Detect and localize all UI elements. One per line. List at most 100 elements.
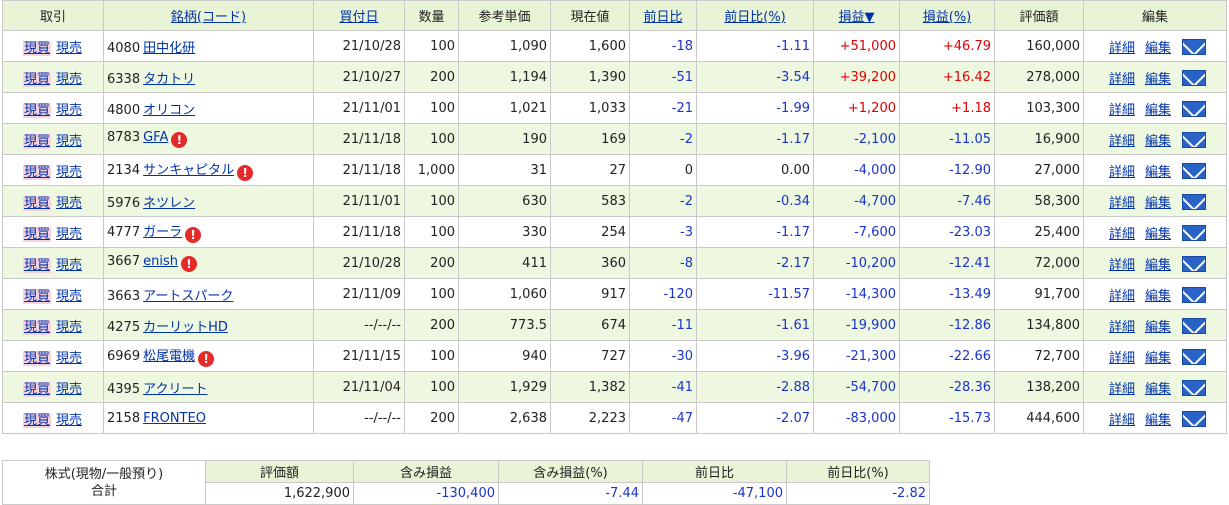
alert-icon[interactable]: ! [180, 256, 197, 272]
sort-stock-link[interactable]: 銘柄(コード) [171, 10, 246, 25]
sell-link[interactable]: 現売 [55, 413, 83, 428]
col-header-pnl-pct[interactable]: 損益(%) [899, 0, 995, 31]
mail-icon[interactable] [1182, 286, 1207, 303]
stock-name-link[interactable]: enish [143, 254, 178, 269]
sort-day-change-link[interactable]: 前日比 [643, 10, 682, 25]
buy-link[interactable]: 現買 [22, 412, 51, 428]
edit-link[interactable]: 編集 [1145, 196, 1171, 211]
stock-name-link[interactable]: サンキャピタル [143, 163, 234, 178]
stock-name-link[interactable]: タカトリ [143, 72, 195, 87]
buy-link[interactable]: 現買 [22, 226, 51, 242]
alert-icon[interactable]: ! [198, 351, 215, 367]
buy-link[interactable]: 現買 [22, 288, 51, 304]
detail-link[interactable]: 詳細 [1109, 103, 1135, 118]
detail-link[interactable]: 詳細 [1109, 382, 1135, 397]
stock-name-link[interactable]: カーリットHD [143, 320, 228, 335]
buy-link[interactable]: 現買 [22, 164, 51, 180]
mail-icon[interactable] [1182, 162, 1207, 179]
alert-icon[interactable]: ! [237, 165, 254, 181]
buy-link[interactable]: 現買 [22, 350, 51, 366]
sell-link[interactable]: 現売 [55, 351, 83, 366]
stock-name-link[interactable]: FRONTEO [143, 411, 206, 426]
detail-link[interactable]: 詳細 [1109, 320, 1135, 335]
detail-link[interactable]: 詳細 [1109, 289, 1135, 304]
buy-link[interactable]: 現買 [22, 381, 51, 397]
buy-link[interactable]: 現買 [22, 133, 51, 149]
edit-link[interactable]: 編集 [1145, 165, 1171, 180]
sell-link[interactable]: 現売 [55, 41, 83, 56]
alert-icon[interactable]: ! [171, 132, 188, 148]
sell-link[interactable]: 現売 [55, 134, 83, 149]
mail-icon[interactable] [1182, 38, 1207, 55]
sell-link[interactable]: 現売 [55, 165, 83, 180]
sell-link[interactable]: 現売 [55, 258, 83, 273]
edit-link[interactable]: 編集 [1145, 41, 1171, 56]
edit-link[interactable]: 編集 [1145, 134, 1171, 149]
sell-link[interactable]: 現売 [55, 289, 83, 304]
mail-icon[interactable] [1182, 410, 1207, 427]
edit-link[interactable]: 編集 [1145, 72, 1171, 87]
stock-name-link[interactable]: 松尾電機 [143, 349, 195, 364]
buy-link[interactable]: 現買 [22, 195, 51, 211]
detail-link[interactable]: 詳細 [1109, 351, 1135, 366]
buy-link[interactable]: 現買 [22, 40, 51, 56]
mail-icon[interactable] [1182, 348, 1207, 365]
edit-link[interactable]: 編集 [1145, 103, 1171, 118]
current-price: 1,382 [550, 371, 630, 403]
edit-link[interactable]: 編集 [1145, 320, 1171, 335]
edit-link[interactable]: 編集 [1145, 289, 1171, 304]
detail-link[interactable]: 詳細 [1109, 41, 1135, 56]
sell-link[interactable]: 現売 [55, 227, 83, 242]
col-header-day-change-pct[interactable]: 前日比(%) [696, 0, 814, 31]
mail-icon[interactable] [1182, 100, 1207, 117]
stock-name-link[interactable]: GFA [143, 130, 168, 145]
sell-link[interactable]: 現売 [55, 196, 83, 211]
portfolio-header-row: 取引 銘柄(コード) 買付日 数量 参考単価 現在値 前日比 前日比(%) 損益… [2, 0, 1227, 31]
detail-link[interactable]: 詳細 [1109, 227, 1135, 242]
sell-link[interactable]: 現売 [55, 72, 83, 87]
sort-pnl-pct-link[interactable]: 損益(%) [923, 10, 972, 25]
quantity: 200 [404, 309, 459, 341]
stock-code: 6338 [107, 71, 141, 87]
edit-link[interactable]: 編集 [1145, 351, 1171, 366]
edit-link[interactable]: 編集 [1145, 413, 1171, 428]
detail-link[interactable]: 詳細 [1109, 258, 1135, 273]
buy-link[interactable]: 現買 [22, 319, 51, 335]
sort-buy-date-link[interactable]: 買付日 [339, 10, 378, 25]
col-header-stock[interactable]: 銘柄(コード) [103, 0, 314, 31]
stock-name-link[interactable]: オリコン [143, 103, 195, 118]
col-header-pnl[interactable]: 損益▼ [813, 0, 900, 31]
sort-day-change-pct-link[interactable]: 前日比(%) [724, 10, 786, 25]
buy-link[interactable]: 現買 [22, 257, 51, 273]
detail-link[interactable]: 詳細 [1109, 196, 1135, 211]
sell-link[interactable]: 現売 [55, 382, 83, 397]
sort-pnl-link[interactable]: 損益▼ [839, 10, 875, 25]
stock-name-link[interactable]: アートスパーク [143, 289, 233, 304]
mail-icon[interactable] [1182, 255, 1207, 272]
buy-link[interactable]: 現買 [22, 71, 51, 87]
detail-link[interactable]: 詳細 [1109, 413, 1135, 428]
col-header-day-change[interactable]: 前日比 [629, 0, 697, 31]
mail-icon[interactable] [1182, 224, 1207, 241]
detail-link[interactable]: 詳細 [1109, 134, 1135, 149]
buy-date: 21/11/18 [313, 154, 405, 186]
sell-link[interactable]: 現売 [55, 320, 83, 335]
alert-icon[interactable]: ! [185, 227, 202, 243]
mail-icon[interactable] [1182, 69, 1207, 86]
edit-link[interactable]: 編集 [1145, 227, 1171, 242]
edit-link[interactable]: 編集 [1145, 382, 1171, 397]
stock-name-link[interactable]: アクリート [143, 382, 207, 397]
stock-name-link[interactable]: ネツレン [143, 196, 195, 211]
mail-icon[interactable] [1182, 379, 1207, 396]
mail-icon[interactable] [1182, 131, 1207, 148]
stock-name-link[interactable]: 田中化研 [143, 41, 195, 56]
mail-icon[interactable] [1182, 317, 1207, 334]
mail-icon[interactable] [1182, 193, 1207, 210]
detail-link[interactable]: 詳細 [1109, 165, 1135, 180]
edit-link[interactable]: 編集 [1145, 258, 1171, 273]
buy-link[interactable]: 現買 [22, 102, 51, 118]
col-header-buy-date[interactable]: 買付日 [313, 0, 405, 31]
stock-name-link[interactable]: ガーラ [143, 225, 182, 240]
sell-link[interactable]: 現売 [55, 103, 83, 118]
detail-link[interactable]: 詳細 [1109, 72, 1135, 87]
